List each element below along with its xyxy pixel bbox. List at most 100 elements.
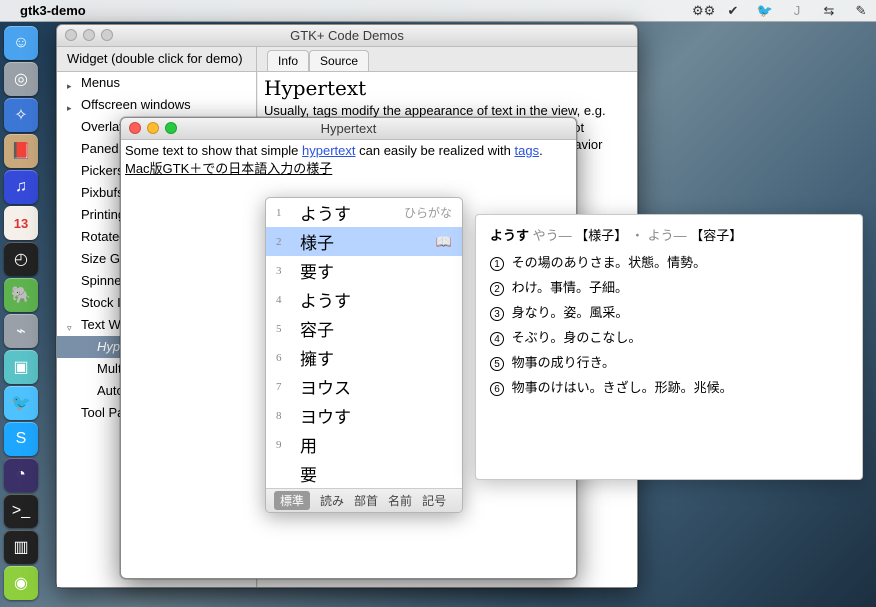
dict-definition: 1 その場のありさま。状態。情勢。 xyxy=(490,252,848,271)
dock: ☺◎✧📕♫13◴🐘⌁▣🐦S◔>_▥◉ xyxy=(0,22,42,607)
dict-kanji-primary: 【様子】 xyxy=(575,228,627,243)
definition-text: 物事の成り行き。 xyxy=(508,355,615,370)
dock-calendar-icon[interactable]: 13 xyxy=(4,206,38,240)
ime-mode-2[interactable]: 部首 xyxy=(354,492,378,509)
minimize-button[interactable] xyxy=(147,122,159,134)
candidate-hint: ひらがな xyxy=(404,204,452,221)
tags-link[interactable]: tags xyxy=(515,143,540,158)
menuextra-evernote-icon[interactable]: ✎ xyxy=(852,3,870,19)
tab-info[interactable]: Info xyxy=(267,50,309,71)
definition-number-icon: 6 xyxy=(490,382,504,396)
dock-equalizer-icon[interactable]: ▥ xyxy=(4,530,38,564)
ime-mode-3[interactable]: 名前 xyxy=(388,492,412,509)
candidate-word: 用 xyxy=(292,432,452,457)
tab-source[interactable]: Source xyxy=(309,50,369,71)
hypertext-body[interactable]: Some text to show that simple hypertext … xyxy=(121,140,576,180)
text-fragment: Some text to show that simple xyxy=(125,143,302,158)
dict-headword: ようす やう— 【様子】 ・ よう— 【容子】 xyxy=(490,225,848,244)
sidebar-item[interactable]: ▸Menus xyxy=(57,72,256,94)
candidate-word: ヨウス xyxy=(292,374,452,399)
candidate-word: 擁す xyxy=(292,345,452,370)
candidate-number: 7 xyxy=(276,381,292,393)
dock-itunes-icon[interactable]: ♫ xyxy=(4,170,38,204)
candidate-word: 要 xyxy=(292,461,452,486)
candidate-number: 4 xyxy=(276,294,292,306)
close-button[interactable] xyxy=(65,29,77,41)
dict-definition: 5 物事の成り行き。 xyxy=(490,352,848,371)
dock-lime-icon[interactable]: ◉ xyxy=(4,566,38,600)
ime-mode-1[interactable]: 読み xyxy=(320,492,344,509)
disclosure-triangle-icon[interactable]: ▸ xyxy=(67,77,72,95)
disclosure-triangle-icon[interactable]: ▸ xyxy=(67,99,72,117)
candidate-number: 1 xyxy=(276,207,292,219)
menubar: gtk3-demo ⚙⚙ ✔ 🐦 J ⇆ ✎ xyxy=(0,0,876,22)
ime-candidate[interactable]: 6擁す xyxy=(266,343,462,372)
menuextra-twitter-icon[interactable]: 🐦 xyxy=(756,3,774,19)
dock-launchpad-icon[interactable]: ◎ xyxy=(4,62,38,96)
candidate-number: 9 xyxy=(276,439,292,451)
dock-terminal-icon[interactable]: >_ xyxy=(4,494,38,528)
dock-image-icon[interactable]: ▣ xyxy=(4,350,38,384)
dict-kanji-alt: 【容子】 xyxy=(690,228,742,243)
dictionary-popup: ようす やう— 【様子】 ・ よう— 【容子】 1 その場のありさま。状態。情勢… xyxy=(475,214,863,480)
dock-dashboard-icon[interactable]: ◴ xyxy=(4,242,38,276)
sidebar-item-label: Pixbufs xyxy=(81,185,124,200)
window-title: Hypertext xyxy=(321,121,377,136)
candidate-word: ようす xyxy=(292,287,452,312)
ime-candidate[interactable]: 4ようす xyxy=(266,285,462,314)
dict-definition: 3 身なり。姿。風采。 xyxy=(490,302,848,321)
close-button[interactable] xyxy=(129,122,141,134)
app-menu[interactable]: gtk3-demo xyxy=(20,3,86,18)
zoom-button[interactable] xyxy=(101,29,113,41)
sidebar-item-label: Pickers xyxy=(81,163,124,178)
ime-candidate[interactable]: 要 xyxy=(266,459,462,488)
text-fragment: can easily be realized with xyxy=(356,143,515,158)
dict-alt-reading: よう— xyxy=(648,228,687,243)
dock-disk-icon[interactable]: ⌁ xyxy=(4,314,38,348)
menuextra-gears-icon[interactable]: ⚙⚙ xyxy=(692,3,710,19)
ime-candidate[interactable]: 9用 xyxy=(266,430,462,459)
candidate-number: 6 xyxy=(276,352,292,364)
titlebar[interactable]: Hypertext xyxy=(121,118,576,140)
sidebar-item[interactable]: ▸ Offscreen windows xyxy=(57,94,256,116)
ime-candidate[interactable]: 5容子 xyxy=(266,314,462,343)
ime-footer: 標準読み部首名前記号 xyxy=(266,488,462,512)
dock-finder-icon[interactable]: ☺ xyxy=(4,26,38,60)
candidate-word: ようす xyxy=(292,200,400,225)
japanese-composing-text: Mac版GTK＋での日本語入力の様子 xyxy=(125,161,332,176)
disclosure-triangle-icon[interactable]: ▿ xyxy=(67,319,72,337)
ime-mode-0[interactable]: 標準 xyxy=(274,491,310,510)
dock-evernote-icon[interactable]: 🐘 xyxy=(4,278,38,312)
zoom-button[interactable] xyxy=(165,122,177,134)
menuextra-check-icon[interactable]: ✔ xyxy=(724,3,742,19)
dock-twitter-icon[interactable]: 🐦 xyxy=(4,386,38,420)
ime-candidate[interactable]: 3要す xyxy=(266,256,462,285)
window-title: GTK+ Code Demos xyxy=(290,28,404,43)
definition-number-icon: 5 xyxy=(490,357,504,371)
definition-text: 身なり。姿。風采。 xyxy=(508,305,628,320)
dictionary-icon[interactable]: 📖 xyxy=(436,234,452,250)
ime-candidate-popup: 1ようすひらがな2様子📖3要す4ようす5容子6擁す7ヨウス8ヨウす9用要標準読み… xyxy=(265,197,463,513)
dock-contacts-icon[interactable]: 📕 xyxy=(4,134,38,168)
definition-number-icon: 3 xyxy=(490,307,504,321)
dict-definition: 6 物事のけはい。きざし。形跡。兆候。 xyxy=(490,377,848,396)
ime-candidate[interactable]: 7ヨウス xyxy=(266,372,462,401)
sidebar-item-label: Offscreen windows xyxy=(81,97,191,112)
ime-candidate[interactable]: 8ヨウす xyxy=(266,401,462,430)
minimize-button[interactable] xyxy=(83,29,95,41)
titlebar[interactable]: GTK+ Code Demos xyxy=(57,25,637,47)
dict-definition: 2 わけ。事情。子細。 xyxy=(490,277,848,296)
definition-text: その場のありさま。状態。情勢。 xyxy=(508,255,706,270)
dock-skype-icon[interactable]: S xyxy=(4,422,38,456)
hypertext-link[interactable]: hypertext xyxy=(302,143,355,158)
dict-separator: ・ xyxy=(631,228,644,243)
menuextra-swap-icon[interactable]: ⇆ xyxy=(820,3,838,19)
ime-candidate[interactable]: 1ようすひらがな xyxy=(266,198,462,227)
candidate-number: 5 xyxy=(276,323,292,335)
candidate-number: 2 xyxy=(276,236,292,248)
ime-mode-4[interactable]: 記号 xyxy=(422,492,446,509)
dock-eclipse-icon[interactable]: ◔ xyxy=(4,458,38,492)
ime-candidate[interactable]: 2様子📖 xyxy=(266,227,462,256)
dock-safari-icon[interactable]: ✧ xyxy=(4,98,38,132)
menuextra-j-icon[interactable]: J xyxy=(788,3,806,18)
